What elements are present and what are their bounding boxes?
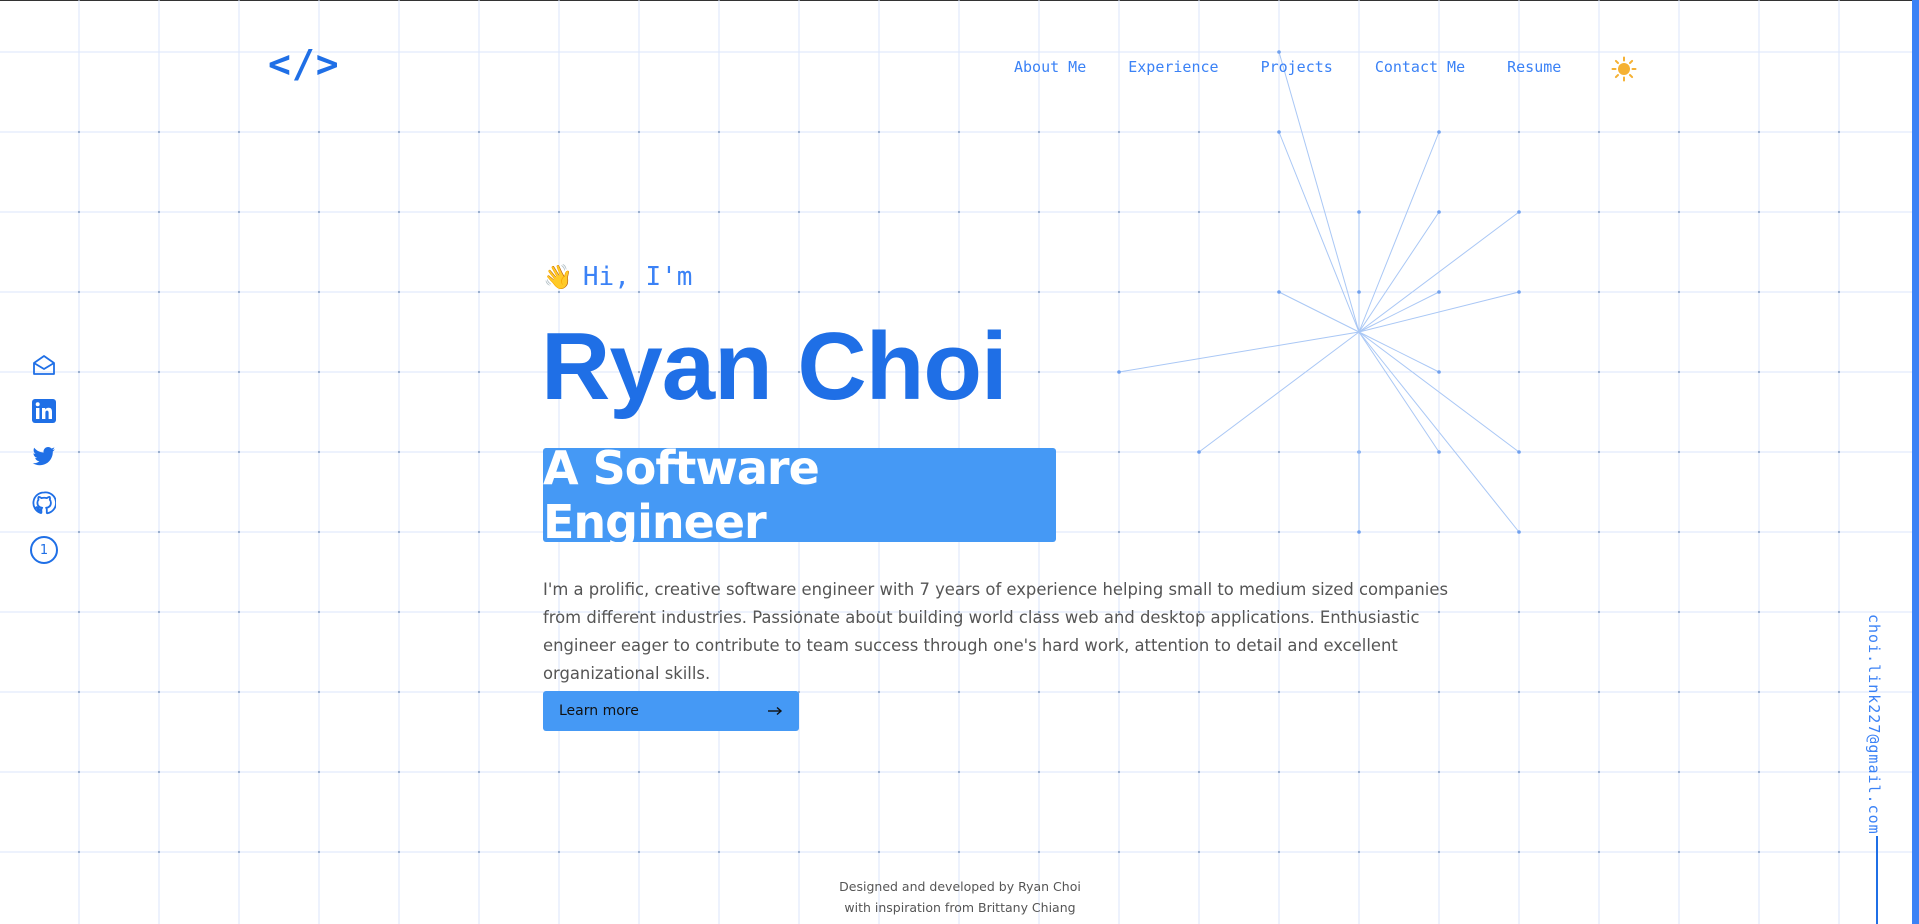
sun-icon[interactable]: [1611, 56, 1637, 82]
side-email-link[interactable]: choi.link227@gmail.com: [1865, 614, 1883, 835]
main-nav: About Me Experience Projects Contact Me …: [1014, 58, 1561, 76]
linkedin-icon[interactable]: [31, 398, 57, 424]
greeting-text: Hi, I'm: [582, 262, 693, 292]
nav-contact-me[interactable]: Contact Me: [1375, 58, 1465, 76]
learn-more-button[interactable]: Learn more: [543, 691, 799, 731]
nav-experience[interactable]: Experience: [1128, 58, 1218, 76]
mail-icon[interactable]: [31, 352, 57, 378]
learn-more-label: Learn more: [559, 703, 639, 719]
nav-resume[interactable]: Resume: [1507, 58, 1561, 76]
arrow-right-icon: [768, 706, 783, 716]
hero-role-text: A Software Engineer: [543, 441, 820, 549]
notification-badge[interactable]: 1: [30, 536, 58, 564]
hero-role-banner: A Software Engineer: [543, 441, 1056, 549]
waving-hand-icon: 👋: [543, 263, 573, 291]
right-scroll-bar: [1912, 0, 1919, 924]
hero-name: Ryan Choi: [541, 313, 1008, 420]
site-footer: Designed and developed by Ryan Choi with…: [760, 876, 1160, 918]
site-logo[interactable]: </>: [268, 42, 340, 86]
social-links: 1: [30, 352, 58, 564]
hero-greeting: 👋 Hi, I'm: [543, 262, 692, 292]
side-email-line: [1876, 836, 1878, 924]
footer-credit: Designed and developed by Ryan Choi: [839, 879, 1081, 894]
hero-description: I'm a prolific, creative software engine…: [543, 580, 1448, 683]
twitter-icon[interactable]: [31, 444, 57, 470]
nav-about-me[interactable]: About Me: [1014, 58, 1086, 76]
github-icon[interactable]: [31, 490, 57, 516]
nav-projects[interactable]: Projects: [1261, 58, 1333, 76]
footer-inspiration: with inspiration from Brittany Chiang: [844, 900, 1076, 915]
